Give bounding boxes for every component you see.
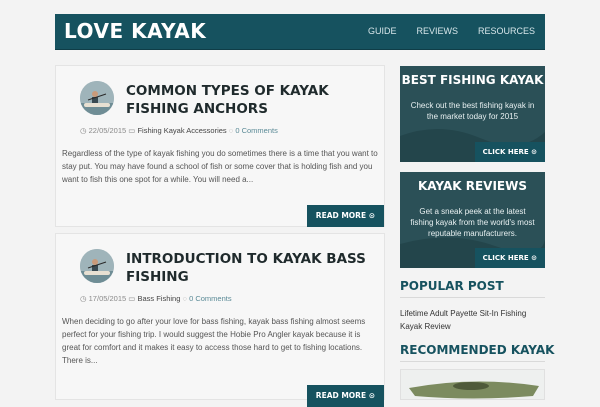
post-category[interactable]: Fishing Kayak Accessories	[137, 126, 226, 135]
nav-item-guide[interactable]: GUIDE	[358, 14, 407, 49]
ad-text: Get a sneak peek at the latest fishing k…	[410, 207, 535, 238]
circle-arrow-icon: ⊙	[368, 211, 375, 220]
calendar-icon: ◷	[80, 294, 87, 303]
post-date: 17/05/2015	[88, 294, 127, 303]
ad-banner-best-fishing-kayak[interactable]: BEST FISHING KAYAK Check out the best fi…	[400, 66, 545, 162]
divider	[400, 297, 545, 298]
circle-arrow-icon: ⊙	[531, 254, 537, 262]
comment-icon: ◌	[182, 294, 187, 303]
ad-title: BEST FISHING KAYAK	[401, 73, 544, 87]
read-more-button[interactable]: READ MORE ⊙	[306, 205, 384, 227]
post-comments[interactable]: 0 Comments	[235, 126, 278, 135]
nav-item-resources[interactable]: RESOURCES	[468, 14, 545, 49]
ad-title: KAYAK REVIEWS	[417, 179, 527, 193]
site-title[interactable]: LOVE KAYAK	[64, 19, 206, 43]
author-avatar	[80, 81, 114, 115]
popular-post-heading: POPULAR POST	[400, 279, 504, 293]
calendar-icon: ◷	[80, 126, 87, 135]
divider	[400, 361, 545, 362]
read-more-button[interactable]: READ MORE ⊙	[306, 385, 384, 407]
author-avatar	[80, 249, 114, 283]
nav-item-reviews[interactable]: REVIEWS	[406, 14, 468, 49]
site-header: LOVE KAYAK GUIDE REVIEWS RESOURCES	[55, 14, 545, 50]
post-excerpt: Regardless of the type of kayak fishing …	[62, 149, 378, 184]
recommended-kayak-image[interactable]	[400, 369, 545, 400]
post-title[interactable]: INTRODUCTION TO KAYAK BASS FISHING	[126, 250, 376, 286]
click-here-button[interactable]: CLICK HERE ⊙	[474, 142, 545, 162]
circle-arrow-icon: ⊙	[531, 148, 537, 156]
post-card: COMMON TYPES OF KAYAK FISHING ANCHORS ◷ …	[55, 65, 385, 227]
post-date: 22/05/2015	[88, 126, 127, 135]
click-here-button[interactable]: CLICK HERE ⊙	[474, 248, 545, 268]
folder-icon: ▭	[128, 294, 136, 303]
circle-arrow-icon: ⊙	[368, 391, 375, 400]
post-category[interactable]: Bass Fishing	[137, 294, 180, 303]
ad-text: Check out the best fishing kayak in the …	[410, 101, 535, 121]
post-meta: ◷ 17/05/2015 ▭ Bass Fishing ◌ 0 Comments	[80, 294, 232, 303]
post-title[interactable]: COMMON TYPES OF KAYAK FISHING ANCHORS	[126, 82, 376, 118]
post-comments[interactable]: 0 Comments	[189, 294, 232, 303]
ad-banner-kayak-reviews[interactable]: KAYAK REVIEWS Get a sneak peek at the la…	[400, 172, 545, 268]
folder-icon: ▭	[128, 126, 136, 135]
post-card: INTRODUCTION TO KAYAK BASS FISHING ◷ 17/…	[55, 233, 385, 407]
post-meta: ◷ 22/05/2015 ▭ Fishing Kayak Accessories…	[80, 126, 278, 135]
post-excerpt: When deciding to go after your love for …	[62, 317, 366, 365]
popular-post-link[interactable]: Lifetime Adult Payette Sit-In Fishing Ka…	[400, 307, 545, 333]
comment-icon: ◌	[228, 126, 234, 135]
main-nav: GUIDE REVIEWS RESOURCES	[358, 14, 545, 49]
recommended-kayak-heading: RECOMMENDED KAYAK	[400, 343, 555, 357]
